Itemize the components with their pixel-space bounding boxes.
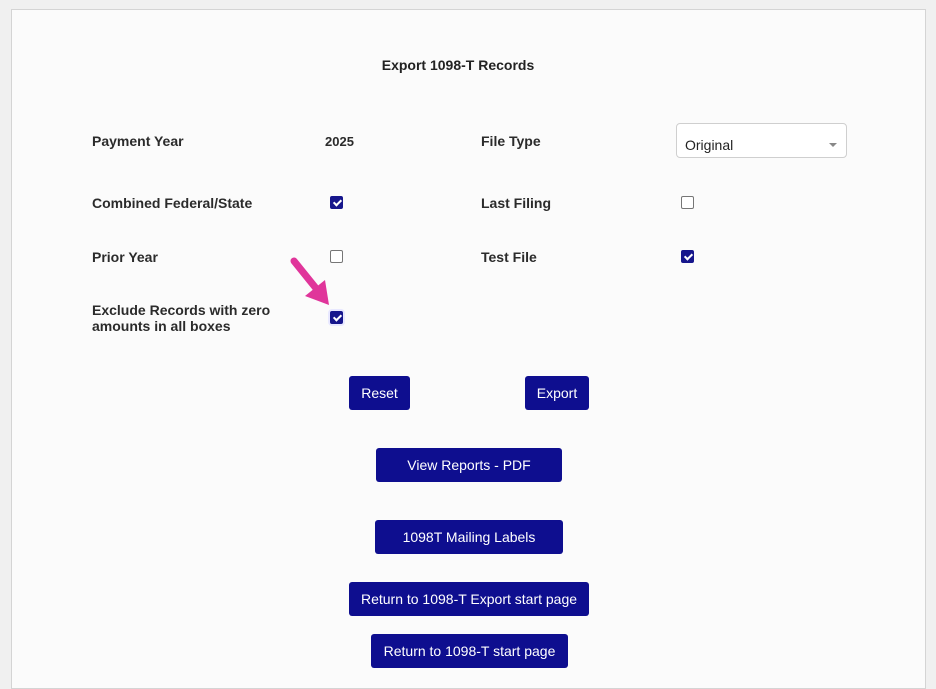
file-type-select[interactable]: Original	[676, 123, 847, 158]
mailing-labels-button[interactable]: 1098T Mailing Labels	[375, 520, 563, 554]
payment-year-value: 2025	[325, 134, 354, 149]
return-start-button[interactable]: Return to 1098-T start page	[371, 634, 568, 668]
file-type-selected-value: Original	[685, 137, 734, 153]
exclude-zero-records-label-line2: amounts in all boxes	[92, 318, 231, 334]
combined-federal-state-label: Combined Federal/State	[92, 195, 253, 211]
exclude-zero-records-checkbox[interactable]	[330, 311, 343, 324]
return-export-start-button[interactable]: Return to 1098-T Export start page	[349, 582, 589, 616]
chevron-down-icon	[829, 143, 837, 147]
last-filing-checkbox[interactable]	[681, 196, 694, 209]
last-filing-label: Last Filing	[481, 195, 551, 211]
file-type-label: File Type	[481, 133, 541, 149]
test-file-checkbox[interactable]	[681, 250, 694, 263]
pointer-arrow-icon	[290, 257, 329, 305]
export-button[interactable]: Export	[525, 376, 589, 410]
reset-button[interactable]: Reset	[349, 376, 410, 410]
page-title: Export 1098-T Records	[381, 57, 535, 73]
exclude-zero-records-label-line1: Exclude Records with zero	[92, 302, 271, 318]
payment-year-label: Payment Year	[92, 133, 184, 149]
combined-federal-state-checkbox[interactable]	[330, 196, 343, 209]
view-reports-pdf-button[interactable]: View Reports - PDF	[376, 448, 562, 482]
test-file-label: Test File	[481, 249, 537, 265]
prior-year-label: Prior Year	[92, 249, 158, 265]
exclude-zero-records-label: Exclude Records with zero amounts in all…	[92, 302, 270, 334]
